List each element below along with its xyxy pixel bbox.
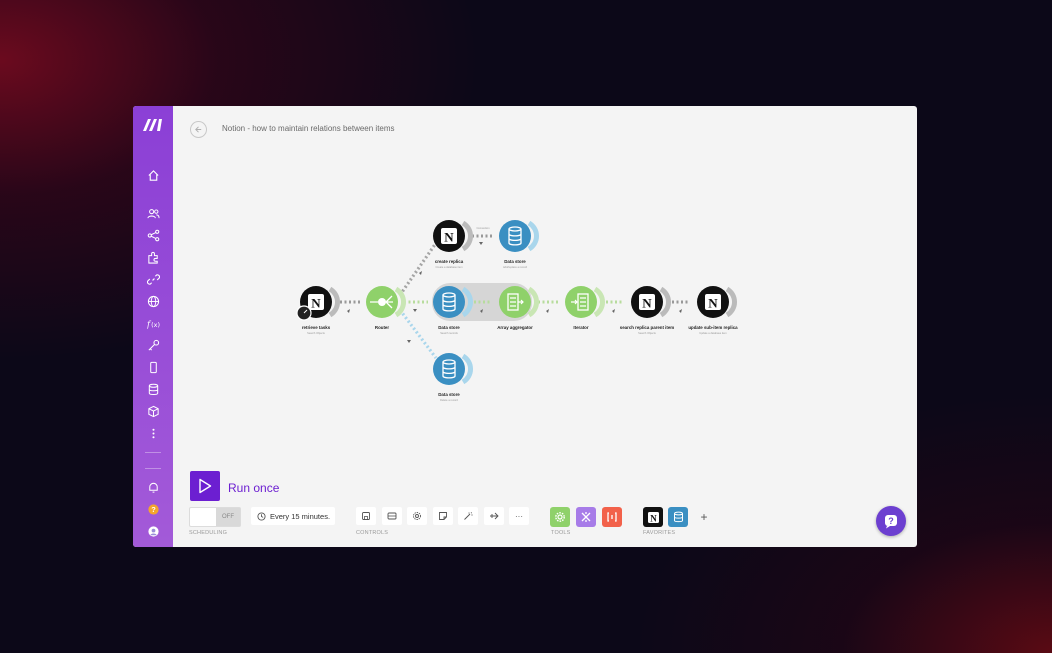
svg-text:Iterator: Iterator: [573, 325, 588, 330]
svg-text:Array aggregator: Array aggregator: [497, 325, 533, 330]
airplane-icon: [490, 512, 499, 520]
note-icon: [439, 512, 447, 520]
svg-text:Update a database item: Update a database item: [699, 331, 727, 335]
schedule-text: Every 15 minutes.: [270, 511, 331, 521]
text-parser-icon: [607, 512, 617, 522]
scenario-settings-button[interactable]: [382, 507, 402, 525]
add-favorite-button[interactable]: +: [694, 507, 714, 527]
svg-text:?: ?: [888, 516, 894, 526]
notion-icon: N: [311, 296, 321, 311]
notion-module-update-subitem[interactable]: N update sub-item replica Update a datab…: [688, 286, 738, 335]
notion-icon: N: [647, 511, 659, 523]
play-icon: [199, 478, 212, 494]
help-chat-button[interactable]: ?: [876, 506, 906, 536]
svg-text:Data store: Data store: [438, 325, 460, 330]
favorite-notion-button[interactable]: N: [643, 507, 663, 527]
iterator-module[interactable]: Iterator: [565, 286, 606, 330]
tools-text-parser-button[interactable]: [602, 507, 622, 527]
magic-wand-icon: [464, 512, 473, 520]
datastore-module-search[interactable]: Data store Search records: [433, 286, 474, 335]
router-module[interactable]: Router: [366, 286, 407, 330]
svg-text:create replica: create replica: [435, 259, 464, 264]
connection-label: Connection: [476, 226, 490, 230]
datastore-module-add[interactable]: Data store Add/replace a record: [499, 220, 540, 269]
run-once-label[interactable]: Run once: [228, 481, 279, 495]
svg-text:Data store: Data store: [504, 259, 526, 264]
gear-icon: [413, 512, 421, 520]
notion-module-search-parent[interactable]: N search replica parent item Search Obje…: [620, 286, 675, 335]
svg-text:Data store: Data store: [438, 392, 460, 397]
save-button[interactable]: [356, 507, 376, 525]
tools-flow-control-button[interactable]: [576, 507, 596, 527]
more-controls-button[interactable]: ···: [509, 507, 529, 525]
explain-flow-button[interactable]: [484, 507, 504, 525]
chat-help-icon: ?: [885, 515, 897, 529]
router-icon: [378, 298, 386, 306]
svg-text:Delete a record: Delete a record: [440, 398, 458, 402]
save-icon: [362, 512, 370, 520]
svg-text:search replica parent item: search replica parent item: [620, 325, 675, 330]
svg-text:retrieve tasks: retrieve tasks: [302, 325, 331, 330]
scheduling-label: SCHEDULING: [189, 530, 228, 536]
favorites-label: FAVORITES: [643, 530, 676, 536]
notion-module-retrieve-tasks[interactable]: N retrieve tasks Search Objects: [296, 286, 341, 335]
clock-icon: [257, 511, 266, 521]
tools-label: TOOLS: [551, 530, 571, 536]
database-icon: [673, 511, 683, 523]
schedule-interval[interactable]: Every 15 minutes.: [251, 507, 335, 525]
svg-text:update sub-item replica: update sub-item replica: [688, 325, 738, 330]
gear-icon: [555, 512, 565, 522]
notes-button[interactable]: [433, 507, 453, 525]
controls-label: CONTROLS: [356, 530, 389, 536]
flow-control-icon: [581, 512, 591, 522]
svg-text:Search Objects: Search Objects: [638, 331, 656, 335]
svg-text:Router: Router: [375, 325, 389, 330]
notion-icon: N: [708, 296, 718, 311]
app-window: f (x) ? Notion - how to maintain relatio…: [133, 106, 917, 547]
settings-button[interactable]: [407, 507, 427, 525]
notion-icon: N: [444, 230, 454, 245]
svg-text:N: N: [650, 513, 657, 523]
svg-text:Create a database item: Create a database item: [436, 265, 463, 269]
svg-text:Add/replace a record: Add/replace a record: [503, 265, 528, 269]
auto-align-button[interactable]: [458, 507, 478, 525]
run-once-button[interactable]: [190, 471, 220, 501]
svg-text:Search records: Search records: [440, 331, 458, 335]
toggle-state: OFF: [216, 508, 240, 526]
favorite-datastore-button[interactable]: [668, 507, 688, 527]
sliders-icon: [387, 512, 397, 520]
svg-text:Search Objects: Search Objects: [307, 331, 325, 335]
scheduling-toggle[interactable]: OFF: [189, 507, 241, 527]
datastore-module-delete[interactable]: Data store Delete a record: [433, 353, 474, 402]
notion-icon: N: [642, 296, 652, 311]
notion-module-create-replica[interactable]: N create replica Create a database item: [433, 220, 474, 269]
tools-gear-button[interactable]: [550, 507, 570, 527]
